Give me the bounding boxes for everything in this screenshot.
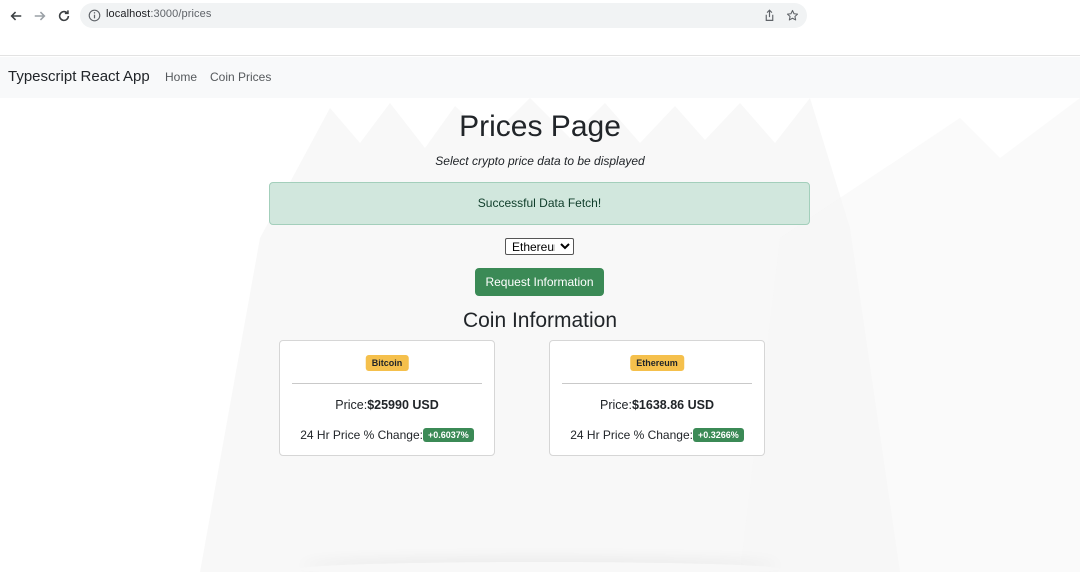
info-icon[interactable]	[88, 9, 101, 22]
coin-card-ethereum: Ethereum Price:$1638.86 USD 24 Hr Price …	[549, 340, 765, 456]
back-arrow-icon	[10, 11, 22, 21]
page-subtitle: Select crypto price data to be displayed	[435, 154, 645, 168]
url-path: :3000/prices	[150, 8, 212, 20]
navbar-brand[interactable]: Typescript React App	[8, 68, 150, 85]
change-label: 24 Hr Price % Change:	[570, 428, 693, 442]
price-value: $1638.86 USD	[631, 398, 714, 412]
bookmark-star-icon[interactable]	[786, 9, 799, 22]
request-information-button[interactable]: Request Information	[475, 268, 604, 296]
reload-button[interactable]	[54, 6, 74, 26]
background-mountains-illustration	[200, 98, 1080, 572]
coin-name-badge: Ethereum	[630, 355, 684, 371]
success-alert: Successful Data Fetch!	[269, 182, 810, 225]
nav-link-home[interactable]: Home	[165, 70, 197, 84]
coin-name-badge: Bitcoin	[365, 355, 409, 371]
price-value: $25990 USD	[367, 398, 439, 412]
nav-link-coin-prices[interactable]: Coin Prices	[210, 70, 271, 84]
reload-icon	[58, 10, 70, 22]
coin-price-change: 24 Hr Price % Change: +0.6037%	[280, 428, 494, 442]
bottom-shadow-decoration	[300, 562, 780, 572]
coin-information-heading: Coin Information	[462, 309, 618, 332]
browser-toolbar: localhost:3000/prices	[0, 0, 1080, 56]
change-label: 24 Hr Price % Change:	[300, 428, 423, 442]
change-badge: +0.3266%	[692, 428, 744, 442]
forward-button[interactable]	[30, 6, 50, 26]
forward-arrow-icon	[34, 11, 46, 21]
change-badge: +0.6037%	[422, 428, 474, 442]
card-divider	[562, 383, 752, 384]
card-divider	[292, 383, 482, 384]
coin-price: Price:$1638.86 USD	[550, 398, 764, 412]
app-navbar: Typescript React App Home Coin Prices	[0, 57, 1080, 98]
url-text: localhost:3000/prices	[106, 8, 211, 20]
page-title: Prices Page	[459, 110, 621, 143]
coin-price: Price:$25990 USD	[280, 398, 494, 412]
share-icon[interactable]	[763, 9, 776, 22]
address-bar[interactable]: localhost:3000/prices	[80, 3, 807, 28]
price-label: Price:	[335, 398, 368, 412]
price-label: Price:	[600, 398, 632, 412]
coin-select[interactable]: Ethereum	[505, 238, 574, 255]
url-host: localhost	[106, 8, 151, 20]
back-button[interactable]	[6, 6, 26, 26]
coin-card-bitcoin: Bitcoin Price:$25990 USD 24 Hr Price % C…	[279, 340, 495, 456]
coin-price-change: 24 Hr Price % Change: +0.3266%	[550, 428, 764, 442]
